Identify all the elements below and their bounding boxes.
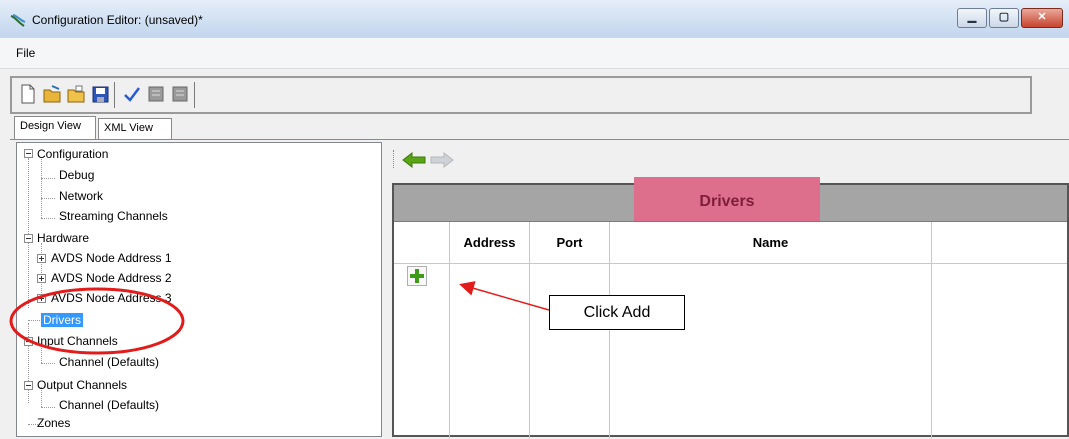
annotation-overlay <box>9 281 550 355</box>
annotation-arrow <box>459 281 550 311</box>
highlight-ellipse <box>9 287 185 355</box>
